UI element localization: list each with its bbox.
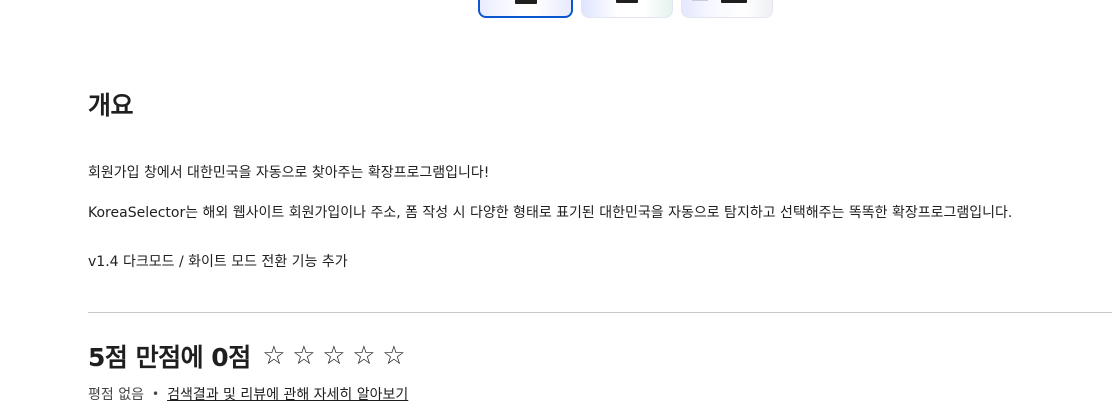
thumbnail-preview xyxy=(721,0,747,3)
empty-star-icon: ☆ xyxy=(352,341,376,371)
overview-heading: 개요 xyxy=(88,91,134,120)
rating-meta: 평점 없음 • 검색결과 및 리뷰에 관해 자세히 알아보기 xyxy=(88,384,408,404)
thumbnail-preview xyxy=(616,0,638,3)
empty-star-icon: ☆ xyxy=(262,341,286,371)
separator-dot: • xyxy=(151,387,160,401)
screenshot-thumbnail-2[interactable] xyxy=(581,0,673,18)
thumbnail-preview-line xyxy=(692,0,708,1)
overview-description: KoreaSelector는 해외 웹사이트 회원가입이나 주소, 폼 작성 시… xyxy=(88,205,1013,221)
rating-score-text: 5점 만점에 0점 xyxy=(88,343,251,372)
extension-detail-page: 개요 회원가입 창에서 대한민국을 자동으로 찾아주는 확장프로그램입니다! K… xyxy=(0,0,1112,417)
empty-star-icon: ☆ xyxy=(382,341,406,371)
thumbnail-preview xyxy=(514,0,537,4)
overview-summary: 회원가입 창에서 대한민국을 자동으로 찾아주는 확장프로그램입니다! xyxy=(88,165,490,181)
screenshot-thumbnail-strip xyxy=(478,0,773,18)
overview-version-note: v1.4 다크모드 / 화이트 모드 전환 기능 추가 xyxy=(88,254,348,270)
no-rating-text: 평점 없음 xyxy=(88,387,144,403)
screenshot-thumbnail-3[interactable] xyxy=(681,0,773,18)
learn-more-reviews-link[interactable]: 검색결과 및 리뷰에 관해 자세히 알아보기 xyxy=(167,384,408,404)
screenshot-thumbnail-1[interactable] xyxy=(478,0,573,18)
rating-heading: 5점 만점에 0점 ☆ ☆ ☆ ☆ ☆ xyxy=(88,338,409,374)
section-divider xyxy=(88,312,1112,313)
empty-star-icon: ☆ xyxy=(322,341,346,371)
empty-star-icon: ☆ xyxy=(292,341,316,371)
rating-stars: ☆ ☆ ☆ ☆ ☆ xyxy=(259,341,409,371)
